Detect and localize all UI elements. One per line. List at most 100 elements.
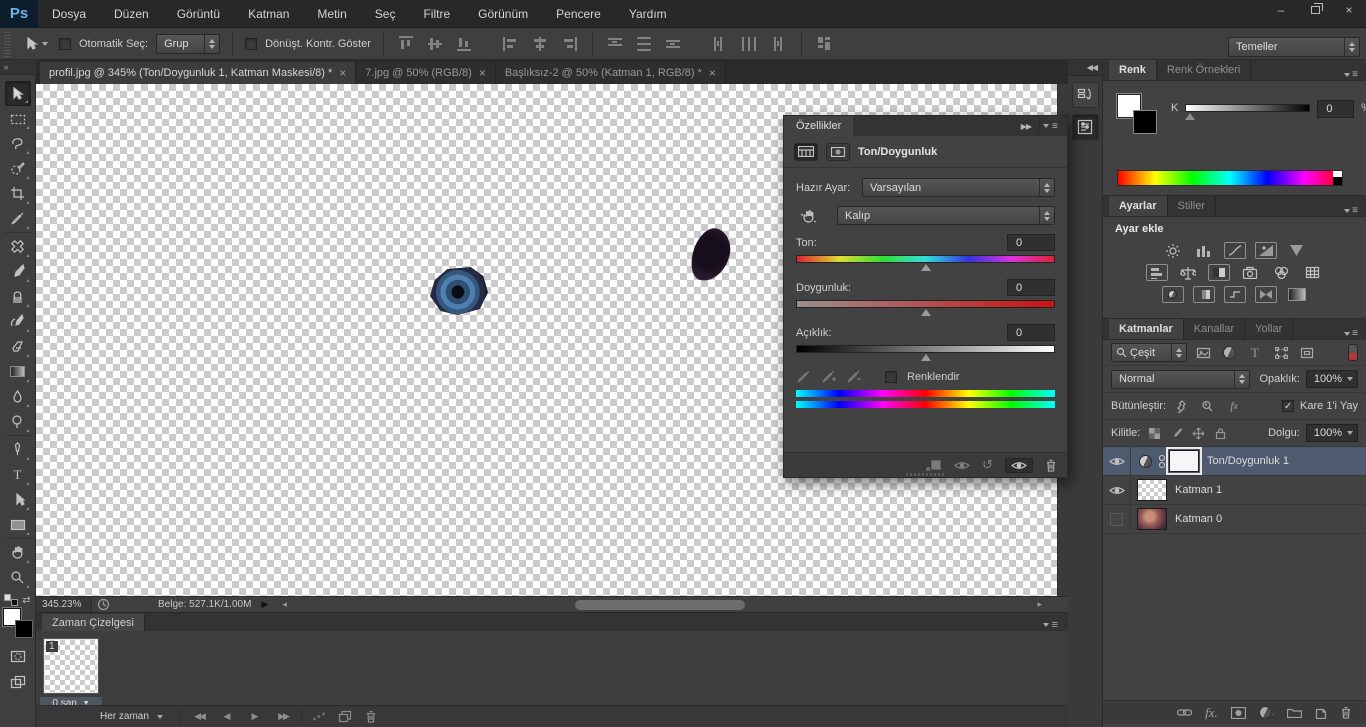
view-previous-state-icon[interactable] [954,460,970,471]
brightness-contrast-icon[interactable] [1162,242,1184,259]
distribute-right-edges-icon[interactable] [770,36,787,51]
clip-to-layer-icon[interactable] [926,459,942,472]
menu-goruntu[interactable]: Görüntü [163,0,234,28]
align-left-edges-icon[interactable] [503,36,520,51]
zoom-level-field[interactable]: 345.23% [36,597,92,613]
eyedropper-sample-icon[interactable] [796,369,811,384]
close-button[interactable]: × [1332,0,1366,20]
scroll-left-icon[interactable]: ◂ [282,599,287,610]
hue-value-field[interactable]: 0 [1007,234,1055,251]
workspace-switcher[interactable]: Temeller [1228,37,1360,57]
layer-row-katman0[interactable]: Katman 0 [1103,505,1366,534]
tab-yollar[interactable]: Yollar [1245,319,1293,339]
restore-button[interactable] [1298,0,1332,20]
timeline-tab[interactable]: Zaman Çizelgesi [42,614,145,631]
path-selection-tool[interactable] [5,487,31,512]
options-bar-grip[interactable] [4,31,11,57]
vibrance-icon[interactable] [1286,242,1308,259]
delete-frame-trash-icon[interactable] [358,708,384,726]
layer-row-hue-saturation[interactable]: Ton/Doygunluk 1 [1103,447,1366,476]
first-frame-button[interactable]: ◀◀ [185,708,213,726]
levels-icon[interactable] [1193,242,1215,259]
distribute-top-edges-icon[interactable] [607,36,624,51]
play-button[interactable]: ▶ [241,708,269,726]
link-layers-icon[interactable] [1177,708,1192,717]
pin-transparency-icon[interactable] [1172,397,1192,415]
lock-pixels-icon[interactable] [1168,426,1184,441]
posterize-icon[interactable] [1193,286,1215,303]
minimize-button[interactable]: – [1264,0,1298,20]
lightness-slider[interactable] [796,345,1055,353]
loop-option-dropdown[interactable]: Her zaman [100,709,176,725]
crop-tool[interactable] [5,181,31,206]
lock-all-icon[interactable] [1212,426,1228,441]
visibility-eye-icon[interactable] [1109,485,1125,496]
color-lookup-icon[interactable] [1301,264,1323,281]
expand-panels-icon[interactable]: ◀◀ [1068,60,1102,76]
tween-frames-icon[interactable] [306,708,332,726]
layer-name[interactable]: Ton/Doygunluk 1 [1207,455,1289,467]
toggle-visibility-eye-icon[interactable] [1005,458,1033,473]
next-frame-button[interactable]: ▶▶ [269,708,297,726]
properties-tab[interactable]: Özellikler [784,116,853,136]
tab-renk[interactable]: Renk [1109,60,1157,80]
menu-sec[interactable]: Seç [361,0,410,28]
menu-gorunum[interactable]: Görünüm [464,0,542,28]
hand-tool[interactable] [5,540,31,565]
history-brush-tool[interactable] [5,309,31,334]
gradient-map-icon[interactable] [1286,286,1308,303]
tab-kanallar[interactable]: Kanallar [1184,319,1245,339]
hue-slider-thumb[interactable] [921,264,931,271]
k-slider-thumb[interactable] [1185,113,1195,120]
filter-smart-objects-icon[interactable] [1297,344,1317,362]
lock-transparency-icon[interactable] [1146,426,1162,441]
menu-katman[interactable]: Katman [234,0,303,28]
eyedropper-add-icon[interactable] [821,369,836,384]
auto-select-checkbox[interactable] [59,38,71,50]
layer-name[interactable]: Katman 1 [1175,484,1222,496]
healing-brush-tool[interactable] [5,234,31,259]
layer-filter-dropdown[interactable]: Çeşit [1111,343,1187,362]
saturation-slider[interactable] [796,300,1055,308]
new-adjustment-layer-icon[interactable]: . [1259,706,1274,719]
colorize-checkbox[interactable] [885,371,897,383]
menu-pencere[interactable]: Pencere [542,0,615,28]
lightness-value-field[interactable]: 0 [1007,324,1055,341]
distribute-horizontal-centers-icon[interactable] [741,36,758,51]
clone-stamp-tool[interactable] [5,284,31,309]
tab-ayarlar[interactable]: Ayarlar [1109,196,1168,216]
scroll-right-icon[interactable]: ▸ [1037,599,1042,610]
menu-filtre[interactable]: Filtre [409,0,464,28]
visibility-eye-icon[interactable] [1109,456,1125,467]
filter-adjustment-layers-icon[interactable] [1219,344,1239,362]
new-group-folder-icon[interactable] [1287,707,1302,718]
quick-selection-tool[interactable] [5,156,31,181]
pin-effects-icon[interactable]: fx [1224,397,1244,415]
k-value-field[interactable]: 0 [1317,100,1354,118]
dodge-tool[interactable] [5,409,31,434]
adjustment-controls-icon[interactable] [794,143,818,161]
hue-saturation-icon[interactable] [1146,264,1168,281]
move-tool[interactable] [5,81,31,106]
align-bottom-edges-icon[interactable] [456,36,473,51]
align-top-edges-icon[interactable] [398,36,415,51]
timeline-panel-menu-icon[interactable]: ≡ [1043,619,1058,631]
properties-panel-menu-icon[interactable]: ≡ [1039,121,1061,132]
tab-close-icon[interactable]: × [709,66,716,80]
eyedropper-subtract-icon[interactable] [846,369,861,384]
delete-adjustment-trash-icon[interactable] [1045,459,1057,472]
gradient-tool[interactable] [5,359,31,384]
pin-image-icon[interactable] [1198,397,1218,415]
doc-tab-basliksiz[interactable]: Başlıksız-2 @ 50% (Katman 1, RGB/8) * × [496,62,726,84]
eraser-tool[interactable] [5,334,31,359]
layer-row-katman1[interactable]: Katman 1 [1103,476,1366,505]
menu-dosya[interactable]: Dosya [38,0,100,28]
invert-icon[interactable] [1162,286,1184,303]
show-transform-controls-checkbox[interactable] [245,38,257,50]
channel-mixer-icon[interactable] [1270,264,1292,281]
eyedropper-tool[interactable] [5,206,31,231]
properties-panel-icon[interactable] [1072,114,1099,140]
align-vertical-centers-icon[interactable] [427,36,444,51]
adjustments-panel-menu-icon[interactable]: ≡ [1344,205,1358,216]
doc-tab-profil[interactable]: profil.jpg @ 345% (Ton/Doygunluk 1, Katm… [40,62,356,84]
